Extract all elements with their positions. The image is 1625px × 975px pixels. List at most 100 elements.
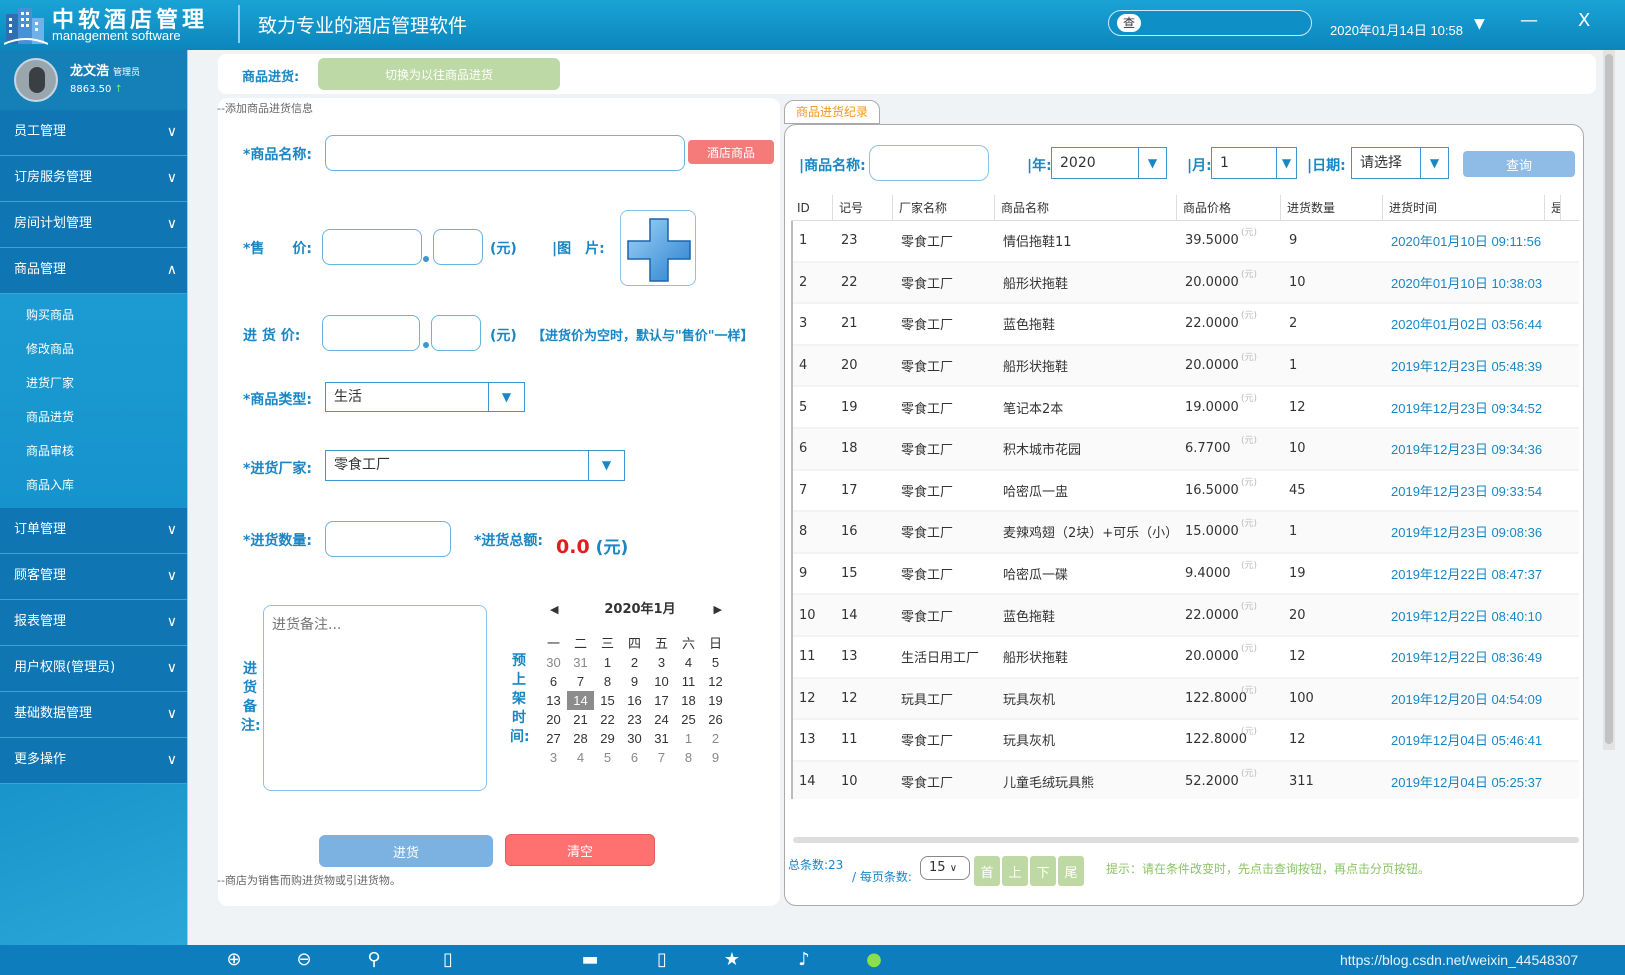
column-header[interactable]: 厂家名称 xyxy=(893,195,995,220)
column-header[interactable]: 是 xyxy=(1545,195,1561,220)
calendar-day[interactable]: 2 xyxy=(621,653,648,672)
tab-purchase-records[interactable]: 商品进货纪录 xyxy=(784,100,880,124)
calendar-day[interactable]: 9 xyxy=(702,748,729,767)
calendar-day[interactable]: 3 xyxy=(540,748,567,767)
filter-month-select[interactable]: 1 ▼ xyxy=(1211,147,1297,179)
calendar-day[interactable]: 17 xyxy=(648,691,675,710)
table-row[interactable]: 3 21 零食工厂 蓝色拖鞋 22.0000 2 2020年01月02日 03:56:44 (… xyxy=(793,304,1579,346)
zoom-in-icon[interactable]: ⊕ xyxy=(222,948,246,972)
purchase-price-decimal-input[interactable] xyxy=(431,315,481,351)
per-page-select[interactable]: 15 ∨ xyxy=(920,856,970,880)
last-page-button[interactable]: 尾 xyxy=(1058,856,1084,886)
column-header[interactable]: 商品名称 xyxy=(995,195,1177,220)
calendar-day[interactable]: 7 xyxy=(567,672,594,691)
calendar-day[interactable]: 25 xyxy=(675,710,702,729)
price-decimal-input[interactable] xyxy=(433,229,483,265)
purchase-submit-button[interactable]: 进货 xyxy=(319,835,493,867)
calendar-day[interactable]: 16 xyxy=(621,691,648,710)
calendar-day[interactable]: 22 xyxy=(594,710,621,729)
vendor-select[interactable]: 零食工厂 ▼ xyxy=(325,450,625,481)
horizontal-scrollbar[interactable] xyxy=(793,837,1579,843)
query-button[interactable]: 查询 xyxy=(1463,151,1575,177)
filter-name-input[interactable] xyxy=(869,145,989,181)
next-month-icon[interactable]: ▶ xyxy=(714,598,722,622)
calendar-day[interactable]: 31 xyxy=(648,729,675,748)
sidebar-item-reports[interactable]: 报表管理 ∨ xyxy=(0,600,187,646)
table-row[interactable]: 12 12 玩具工厂 玩具灰机 122.8000 100 2019年12月20日 04:54… xyxy=(793,678,1579,721)
table-row[interactable]: 14 10 零食工厂 儿童毛绒玩具熊 52.2000 311 2019年12月04日 05:… xyxy=(793,761,1579,799)
calendar-day[interactable]: 26 xyxy=(702,710,729,729)
sidebar-item-room-plan[interactable]: 房间计划管理 ∨ xyxy=(0,202,187,248)
goods-name-input[interactable] xyxy=(325,135,685,171)
quantity-input[interactable] xyxy=(325,521,451,557)
sidebar-item-booking[interactable]: 订房服务管理 ∨ xyxy=(0,156,187,202)
calendar-day[interactable]: 6 xyxy=(621,748,648,767)
sub-item-edit-goods[interactable]: 修改商品 xyxy=(0,332,187,366)
zoom-out-icon[interactable]: ⊖ xyxy=(292,948,316,972)
sub-item-stock-in[interactable]: 商品入库 xyxy=(0,468,187,502)
sidebar-item-orders[interactable]: 订单管理 ∨ xyxy=(0,508,187,554)
column-header[interactable]: 进货数量 xyxy=(1281,195,1383,220)
calendar-day[interactable]: 24 xyxy=(648,710,675,729)
calendar-day[interactable]: 11 xyxy=(675,672,702,691)
calendar-day[interactable]: 3 xyxy=(648,653,675,672)
star-icon[interactable]: ★ xyxy=(720,948,744,972)
hotel-goods-button[interactable]: 酒店商品 xyxy=(688,140,774,164)
column-header[interactable]: 记号 xyxy=(833,195,893,220)
sidebar-item-base-data[interactable]: 基础数据管理 ∨ xyxy=(0,692,187,738)
next-page-button[interactable]: 下 xyxy=(1030,856,1056,886)
calendar-day[interactable]: 14 xyxy=(567,691,594,710)
calendar-day[interactable]: 9 xyxy=(621,672,648,691)
dropdown-icon[interactable]: ▼ xyxy=(1474,16,1485,32)
sidebar-item-goods[interactable]: 商品管理 ∧ xyxy=(0,248,187,294)
table-row[interactable]: 8 16 零食工厂 麦辣鸡翅（2块）+可乐（小） 15.0000 1 2019年12月23日… xyxy=(793,512,1579,554)
microphone-icon[interactable]: ♪ xyxy=(792,948,816,972)
calendar-day[interactable]: 30 xyxy=(621,729,648,748)
search-input[interactable] xyxy=(1145,14,1275,32)
calendar-day[interactable]: 2 xyxy=(702,729,729,748)
calendar-day[interactable]: 30 xyxy=(540,653,567,672)
sidebar-item-permissions[interactable]: 用户权限(管理员) ∨ xyxy=(0,646,187,692)
calendar-day[interactable]: 6 xyxy=(540,672,567,691)
calendar-day[interactable]: 13 xyxy=(540,691,567,710)
filter-year-select[interactable]: 2020 ▼ xyxy=(1051,147,1167,179)
calendar-day[interactable]: 18 xyxy=(675,691,702,710)
search-icon[interactable]: ⚲ xyxy=(362,948,386,972)
calendar-day[interactable]: 5 xyxy=(594,748,621,767)
globe-icon[interactable]: ● xyxy=(862,948,886,972)
calendar-day[interactable]: 5 xyxy=(702,653,729,672)
note-textarea[interactable] xyxy=(263,605,487,791)
calendar-day[interactable]: 21 xyxy=(567,710,594,729)
column-header[interactable]: ID xyxy=(791,195,833,220)
goods-type-select[interactable]: 生活 ▼ xyxy=(325,382,525,412)
picture-upload[interactable] xyxy=(620,210,696,286)
calendar-day[interactable]: 23 xyxy=(621,710,648,729)
calendar-day[interactable]: 4 xyxy=(567,748,594,767)
sub-item-purchase[interactable]: 商品进货 xyxy=(0,400,187,434)
calendar-day[interactable]: 28 xyxy=(567,729,594,748)
prev-page-button[interactable]: 上 xyxy=(1002,856,1028,886)
sidebar-item-customers[interactable]: 顾客管理 ∨ xyxy=(0,554,187,600)
clear-button[interactable]: 清空 xyxy=(505,834,655,866)
calendar-day[interactable]: 10 xyxy=(648,672,675,691)
gamepad-icon[interactable]: ▬ xyxy=(578,948,602,972)
sub-item-vendors[interactable]: 进货厂家 xyxy=(0,366,187,400)
calendar-day[interactable]: 12 xyxy=(702,672,729,691)
avatar[interactable] xyxy=(14,58,58,102)
calendar-day[interactable]: 20 xyxy=(540,710,567,729)
table-row[interactable]: 10 14 零食工厂 蓝色拖鞋 22.0000 20 2019年12月22日 08:40:1… xyxy=(793,595,1579,637)
sidebar-item-staff[interactable]: 员工管理 ∨ xyxy=(0,110,187,156)
calendar-day[interactable]: 8 xyxy=(675,748,702,767)
column-header[interactable]: 商品价格 xyxy=(1177,195,1281,220)
calendar-day[interactable]: 7 xyxy=(648,748,675,767)
table-row[interactable]: 13 11 零食工厂 玩具灰机 122.8000 12 2019年12月04日 05:46:… xyxy=(793,720,1579,762)
table-row[interactable]: 5 19 零食工厂 笔记本2本 19.0000 12 2019年12月23日 09:34:5… xyxy=(793,387,1579,429)
switch-history-button[interactable]: 切换为以往商品进货 xyxy=(318,58,560,90)
mobile-icon[interactable]: ▯ xyxy=(650,948,674,972)
calendar-day[interactable]: 27 xyxy=(540,729,567,748)
table-row[interactable]: 9 15 零食工厂 哈密瓜一碟 9.4000 19 2019年12月22日 08:47:37… xyxy=(793,553,1579,596)
column-header[interactable]: 进货时间 xyxy=(1383,195,1545,220)
calendar-day[interactable]: 1 xyxy=(675,729,702,748)
calendar-day[interactable]: 19 xyxy=(702,691,729,710)
calendar-day[interactable]: 15 xyxy=(594,691,621,710)
